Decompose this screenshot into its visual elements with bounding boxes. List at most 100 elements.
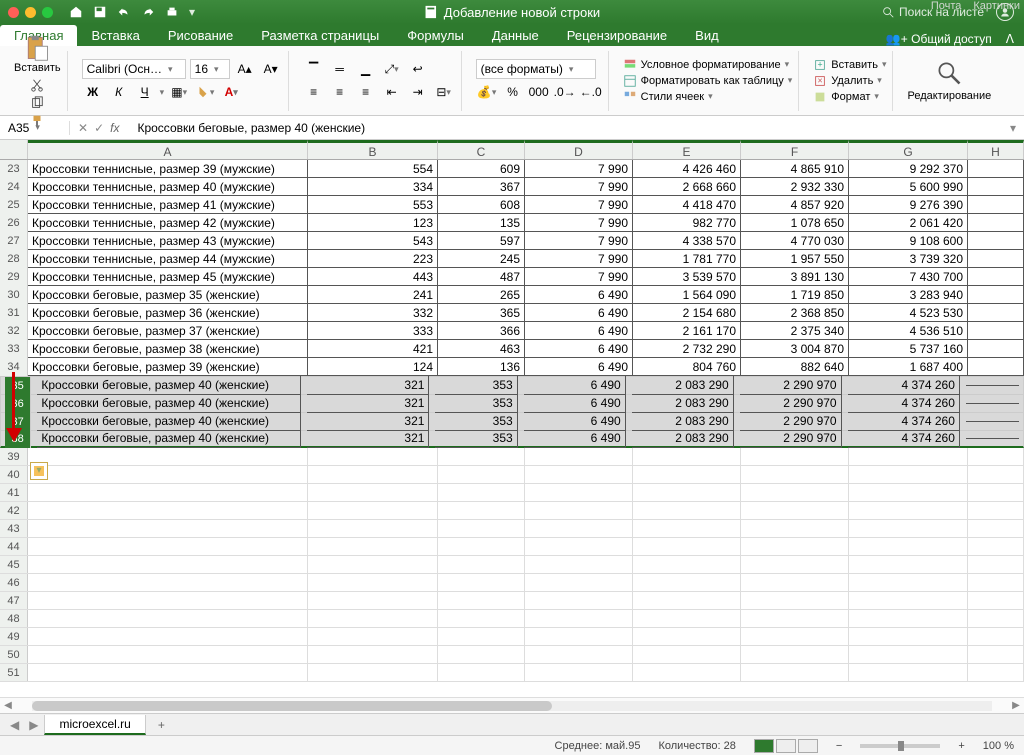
col-header-A[interactable]: A — [28, 140, 308, 159]
cell[interactable]: 7 990 — [525, 160, 633, 178]
row-header[interactable]: 48 — [0, 610, 28, 627]
underline-button[interactable]: Ч — [134, 82, 156, 102]
table-row[interactable]: 44 — [0, 538, 1024, 556]
hscroll-thumb[interactable] — [32, 701, 552, 711]
cell[interactable] — [28, 628, 308, 645]
cell[interactable] — [633, 592, 741, 609]
cell[interactable] — [849, 610, 968, 627]
row-header[interactable]: 43 — [0, 520, 28, 537]
cell[interactable]: 2 375 340 — [741, 322, 849, 340]
increase-indent-icon[interactable]: ⇥ — [407, 82, 429, 102]
row-header[interactable]: 50 — [0, 646, 28, 663]
cell[interactable] — [741, 646, 849, 663]
cell[interactable] — [968, 646, 1024, 663]
cell[interactable] — [438, 502, 525, 519]
cell[interactable]: 7 990 — [525, 196, 633, 214]
cell[interactable] — [438, 484, 525, 501]
cell[interactable]: 321 — [307, 429, 430, 448]
cell[interactable] — [741, 628, 849, 645]
ribbon-tab-5[interactable]: Данные — [478, 25, 553, 46]
cell[interactable] — [849, 574, 968, 591]
decrease-decimal-icon[interactable]: ←.0 — [580, 82, 602, 102]
cell[interactable]: Кроссовки теннисные, размер 43 (мужские) — [28, 232, 308, 250]
increase-decimal-icon[interactable]: .0→ — [554, 82, 576, 102]
cell[interactable]: 2 932 330 — [741, 178, 849, 196]
cell[interactable]: 4 536 510 — [849, 322, 968, 340]
table-row[interactable]: 41 — [0, 484, 1024, 502]
cell[interactable] — [968, 232, 1024, 250]
cell[interactable] — [438, 556, 525, 573]
table-row[interactable]: 40 — [0, 466, 1024, 484]
col-header-G[interactable]: G — [849, 140, 968, 159]
cell[interactable] — [438, 466, 525, 483]
grow-font-icon[interactable]: A▴ — [234, 59, 256, 79]
cell[interactable]: Кроссовки беговые, размер 40 (женские) — [37, 376, 300, 395]
cell-styles-button[interactable]: Стили ячеек ▾ — [623, 90, 793, 104]
cell[interactable] — [308, 538, 438, 555]
cell[interactable]: 4 374 260 — [848, 429, 960, 448]
align-center-icon[interactable]: ≡ — [329, 82, 351, 102]
table-row[interactable]: 23Кроссовки теннисные, размер 39 (мужски… — [0, 160, 1024, 178]
cell[interactable] — [849, 556, 968, 573]
row-header[interactable]: 51 — [0, 664, 28, 681]
italic-button[interactable]: К — [108, 82, 130, 102]
row-header[interactable]: 29 — [0, 268, 28, 286]
copy-icon[interactable] — [30, 96, 44, 110]
cell[interactable] — [525, 556, 633, 573]
cell[interactable]: 6 490 — [524, 394, 626, 413]
row-header[interactable]: 24 — [0, 178, 28, 196]
cell[interactable] — [525, 448, 633, 465]
sheet-nav-prev-icon[interactable]: ◀ — [6, 718, 23, 732]
cell[interactable] — [968, 214, 1024, 232]
cell[interactable] — [968, 592, 1024, 609]
row-header[interactable]: 42 — [0, 502, 28, 519]
table-row[interactable]: 33Кроссовки беговые, размер 38 (женские)… — [0, 340, 1024, 358]
table-row[interactable]: 35Кроссовки беговые, размер 40 (женские)… — [0, 376, 1024, 394]
cell[interactable]: 124 — [308, 358, 438, 376]
font-name-select[interactable]: Calibri (Осн…▾ — [82, 59, 186, 79]
sheet-tab[interactable]: microexcel.ru — [44, 715, 145, 735]
cell[interactable] — [633, 628, 741, 645]
row-header[interactable]: 25 — [0, 196, 28, 214]
row-header[interactable]: 45 — [0, 556, 28, 573]
align-right-icon[interactable]: ≡ — [355, 82, 377, 102]
row-header[interactable]: 33 — [0, 340, 28, 358]
row-header[interactable]: 26 — [0, 214, 28, 232]
table-row[interactable]: 49 — [0, 628, 1024, 646]
home-icon[interactable] — [69, 5, 83, 19]
cell[interactable]: 1 781 770 — [633, 250, 741, 268]
cell[interactable] — [968, 628, 1024, 645]
ribbon-tab-3[interactable]: Разметка страницы — [247, 25, 393, 46]
cell[interactable]: 6 490 — [525, 358, 633, 376]
print-icon[interactable] — [165, 5, 179, 19]
cell[interactable]: 4 426 460 — [633, 160, 741, 178]
zoom-slider[interactable] — [860, 744, 940, 748]
table-row[interactable]: 27Кроссовки теннисные, размер 43 (мужски… — [0, 232, 1024, 250]
insert-options-smarttag[interactable]: ▾ — [30, 462, 48, 480]
cell[interactable]: Кроссовки теннисные, размер 45 (мужские) — [28, 268, 308, 286]
cell[interactable]: Кроссовки беговые, размер 38 (женские) — [28, 340, 308, 358]
cell[interactable]: 4 418 470 — [633, 196, 741, 214]
wrap-text-icon[interactable]: ↩ — [407, 59, 429, 79]
row-header[interactable]: 39 — [0, 448, 28, 465]
cell[interactable]: 554 — [308, 160, 438, 178]
cell[interactable]: 543 — [308, 232, 438, 250]
cell[interactable] — [525, 610, 633, 627]
fill-color-button[interactable]: ▾ — [194, 82, 216, 102]
top-link-mail[interactable]: Почта — [931, 0, 962, 12]
cell[interactable]: 7 430 700 — [849, 268, 968, 286]
normal-view-icon[interactable] — [754, 739, 774, 753]
cell[interactable] — [28, 592, 308, 609]
cell[interactable]: 245 — [438, 250, 525, 268]
cell[interactable]: 353 — [435, 429, 517, 448]
cell[interactable]: 6 490 — [525, 322, 633, 340]
cell[interactable] — [438, 664, 525, 681]
row-header[interactable]: 27 — [0, 232, 28, 250]
qat-customize-icon[interactable]: ▾ — [189, 5, 195, 19]
table-row[interactable]: 31Кроссовки беговые, размер 36 (женские)… — [0, 304, 1024, 322]
minimize-window-icon[interactable] — [25, 7, 36, 18]
table-row[interactable]: 36Кроссовки беговые, размер 40 (женские)… — [0, 394, 1024, 412]
cell[interactable] — [633, 448, 741, 465]
cell[interactable] — [849, 592, 968, 609]
table-row[interactable]: 42 — [0, 502, 1024, 520]
